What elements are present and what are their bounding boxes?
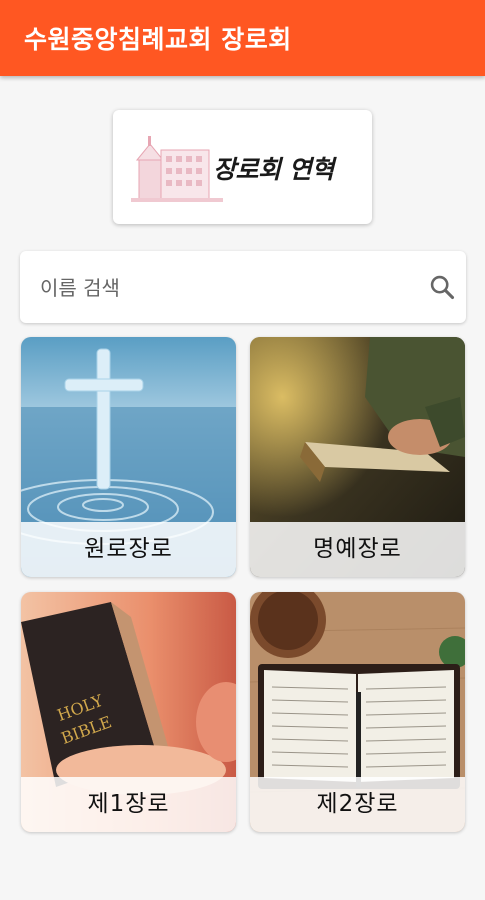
search-bar <box>20 251 466 323</box>
tile-label: 제2장로 <box>250 777 465 832</box>
tile-second-elders[interactable]: 제2장로 <box>250 592 465 832</box>
tile-label: 제1장로 <box>21 777 236 832</box>
history-label: 장로회 연혁 <box>213 155 334 184</box>
history-button[interactable]: 장로회 연혁 <box>113 110 372 224</box>
tile-senior-elders[interactable]: 원로장로 <box>21 337 236 577</box>
search-input[interactable] <box>38 269 402 307</box>
app-bar: 수원중앙침례교회 장로회 <box>0 0 485 76</box>
app-title: 수원중앙침례교회 장로회 <box>24 25 292 54</box>
tile-label: 원로장로 <box>21 522 236 577</box>
tile-first-elders[interactable]: HOLY BIBLE 제1장로 <box>21 592 236 832</box>
tile-label: 명예장로 <box>250 522 465 577</box>
church-building-image <box>131 130 223 206</box>
search-icon[interactable] <box>428 273 456 301</box>
tile-honorary-elders[interactable]: 명예장로 <box>250 337 465 577</box>
